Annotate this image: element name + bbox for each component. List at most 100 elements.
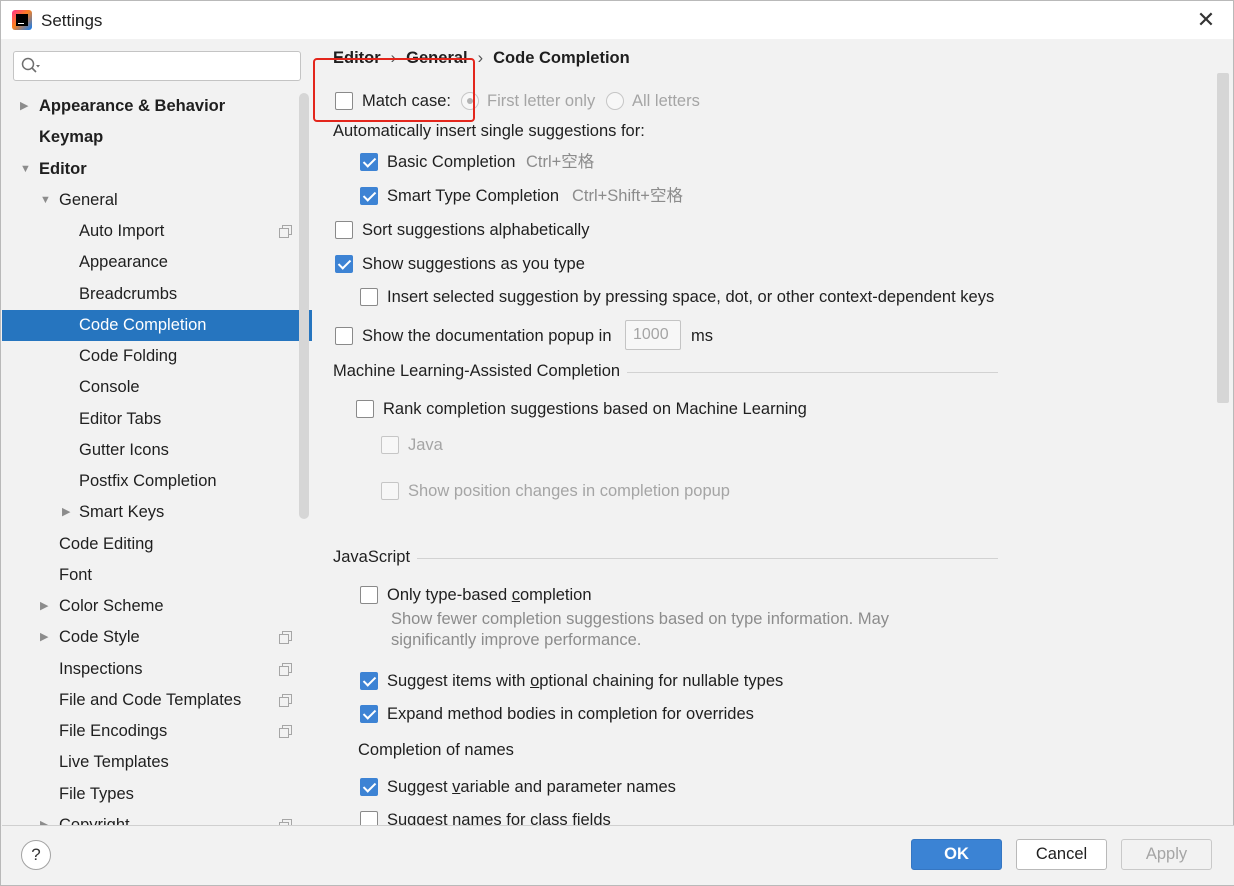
content-scrollbar[interactable] [1217, 73, 1229, 403]
all-letters-radio[interactable] [606, 92, 624, 110]
completion-of-names-title: Completion of names [358, 741, 514, 759]
suggest-class-fields-checkbox[interactable] [360, 811, 378, 825]
chevron-right-icon[interactable]: ▶ [20, 91, 32, 122]
sidebar-item-label: Editor [39, 159, 87, 178]
sidebar-item-smart-keys[interactable]: ▶ Smart Keys [2, 497, 312, 528]
project-scope-icon [279, 631, 292, 645]
insert-selected-row: Insert selected suggestion by pressing s… [360, 284, 1060, 310]
sidebar-item-file-encodings[interactable]: File Encodings [2, 716, 312, 747]
sidebar-item-editor[interactable]: ▼ Editor [2, 154, 312, 185]
optional-chaining-checkbox[interactable] [360, 672, 378, 690]
doc-popup-unit: ms [691, 327, 713, 345]
chevron-right-icon[interactable]: ▶ [40, 591, 52, 622]
cancel-button[interactable]: Cancel [1016, 839, 1107, 870]
ml-rank-label: Rank completion suggestions based on Mac… [383, 400, 807, 418]
insert-selected-suggestion-checkbox[interactable] [360, 288, 378, 306]
chevron-right-icon[interactable]: ▶ [62, 497, 74, 528]
auto-insert-label: Automatically insert single suggestions … [333, 122, 645, 140]
smart-type-completion-shortcut: Ctrl+Shift+空格 [572, 187, 683, 205]
expand-method-bodies-label: Expand method bodies in completion for o… [387, 705, 754, 723]
optional-chaining-row: Suggest items with optional chaining for… [360, 668, 960, 694]
basic-completion-row: Basic Completion Ctrl+空格 [360, 149, 860, 175]
sidebar-item-file-types[interactable]: File Types [2, 779, 312, 810]
type-based-row: Only type-based completion [360, 582, 860, 608]
help-icon[interactable]: ? [21, 840, 51, 870]
sidebar-item-label: File Types [59, 784, 134, 803]
sidebar-item-label: Appearance [79, 253, 168, 272]
sidebar-item-appearance-behavior[interactable]: ▶ Appearance & Behavior [2, 91, 312, 122]
sidebar-item-label: File and Code Templates [59, 690, 242, 709]
chevron-right-icon[interactable]: ▶ [40, 810, 52, 825]
sidebar-item-editor-tabs[interactable]: Editor Tabs [2, 404, 312, 435]
chevron-down-icon[interactable]: ▼ [40, 185, 52, 216]
sidebar-item-inspections[interactable]: Inspections [2, 654, 312, 685]
insert-selected-suggestion-label: Insert selected suggestion by pressing s… [387, 288, 995, 306]
sort-alphabetically-checkbox[interactable] [335, 221, 353, 239]
sidebar-item-appearance[interactable]: Appearance [2, 247, 312, 278]
close-icon[interactable]: ✕ [1195, 9, 1217, 31]
ml-java-row: Java [381, 432, 681, 458]
breadcrumb-separator: › [477, 49, 484, 67]
type-based-completion-checkbox[interactable] [360, 586, 378, 604]
sidebar-item-code-style[interactable]: ▶ Code Style [2, 622, 312, 653]
ml-position-label: Show position changes in completion popu… [408, 482, 730, 500]
all-letters-label: All letters [632, 92, 700, 110]
sidebar-item-label: Console [79, 378, 140, 397]
sidebar-item-keymap[interactable]: Keymap [2, 122, 312, 153]
sidebar-item-gutter-icons[interactable]: Gutter Icons [2, 435, 312, 466]
sidebar-item-code-folding[interactable]: Code Folding [2, 341, 312, 372]
ml-position-checkbox[interactable] [381, 482, 399, 500]
sidebar-item-label: Code Folding [79, 347, 178, 365]
sidebar-item-general[interactable]: ▼ General [2, 185, 312, 216]
doc-popup-label: Show the documentation popup in [362, 327, 612, 345]
sidebar-item-breadcrumbs[interactable]: Breadcrumbs [2, 279, 312, 310]
sidebar-item-label: Font [59, 565, 93, 584]
basic-completion-checkbox[interactable] [360, 153, 378, 171]
ml-java-label: Java [408, 436, 443, 454]
smart-type-completion-checkbox[interactable] [360, 187, 378, 205]
show-suggestions-as-type-checkbox[interactable] [335, 255, 353, 273]
sidebar-item-label: Copyright [59, 815, 130, 825]
sidebar-item-label: Color Scheme [59, 597, 164, 615]
sidebar-item-label: Code Editing [59, 534, 154, 553]
sidebar-item-label: Auto Import [79, 222, 165, 240]
first-letter-only-label: First letter only [487, 92, 596, 110]
settings-search-input[interactable] [13, 51, 301, 81]
sidebar-scrollbar[interactable] [299, 93, 309, 519]
sidebar-item-label: Live Templates [59, 753, 169, 772]
sidebar-item-code-editing[interactable]: Code Editing [2, 529, 312, 560]
suggest-variable-names-checkbox[interactable] [360, 778, 378, 796]
sidebar-item-copyright[interactable]: ▶ Copyright [2, 810, 312, 825]
ml-java-checkbox[interactable] [381, 436, 399, 454]
red-highlight-annotation [313, 58, 475, 122]
apply-button[interactable]: Apply [1121, 839, 1212, 870]
javascript-section-title: JavaScript [333, 548, 411, 566]
project-scope-icon [279, 725, 292, 738]
sidebar-item-label: Editor Tabs [79, 409, 162, 428]
sidebar-item-file-and-code-templates[interactable]: File and Code Templates [2, 685, 312, 716]
intellij-app-icon [12, 10, 32, 30]
sidebar-item-console[interactable]: Console [2, 372, 312, 403]
doc-popup-delay-input[interactable]: 1000 [625, 320, 681, 350]
dialog-footer: ? OK Cancel Apply [2, 825, 1234, 885]
sidebar-item-live-templates[interactable]: Live Templates [2, 747, 312, 778]
ml-rank-checkbox[interactable] [356, 400, 374, 418]
sidebar-item-postfix-completion[interactable]: Postfix Completion [2, 466, 312, 497]
sidebar-item-auto-import[interactable]: Auto Import [2, 216, 312, 247]
type-based-completion-label: Only type-based completion [387, 586, 592, 604]
chevron-down-icon[interactable]: ▼ [20, 154, 32, 185]
sidebar-item-color-scheme[interactable]: ▶ Color Scheme [2, 591, 312, 622]
sidebar-item-label: Code Completion [79, 315, 207, 334]
ok-button[interactable]: OK [911, 839, 1002, 870]
sort-alphabetically-label: Sort suggestions alphabetically [362, 221, 590, 239]
sidebar-item-font[interactable]: Font [2, 560, 312, 591]
suggest-class-fields-label: Suggest names for class fields [387, 811, 611, 825]
sidebar-item-label: General [59, 190, 118, 209]
chevron-right-icon[interactable]: ▶ [40, 622, 52, 653]
sidebar-item-code-completion[interactable]: Code Completion [2, 309, 312, 341]
expand-method-bodies-checkbox[interactable] [360, 705, 378, 723]
sidebar-item-label: File Encodings [59, 722, 168, 740]
doc-popup-checkbox[interactable] [335, 327, 353, 345]
breadcrumb-code-completion: Code Completion [493, 49, 630, 67]
basic-completion-shortcut: Ctrl+空格 [526, 153, 595, 171]
